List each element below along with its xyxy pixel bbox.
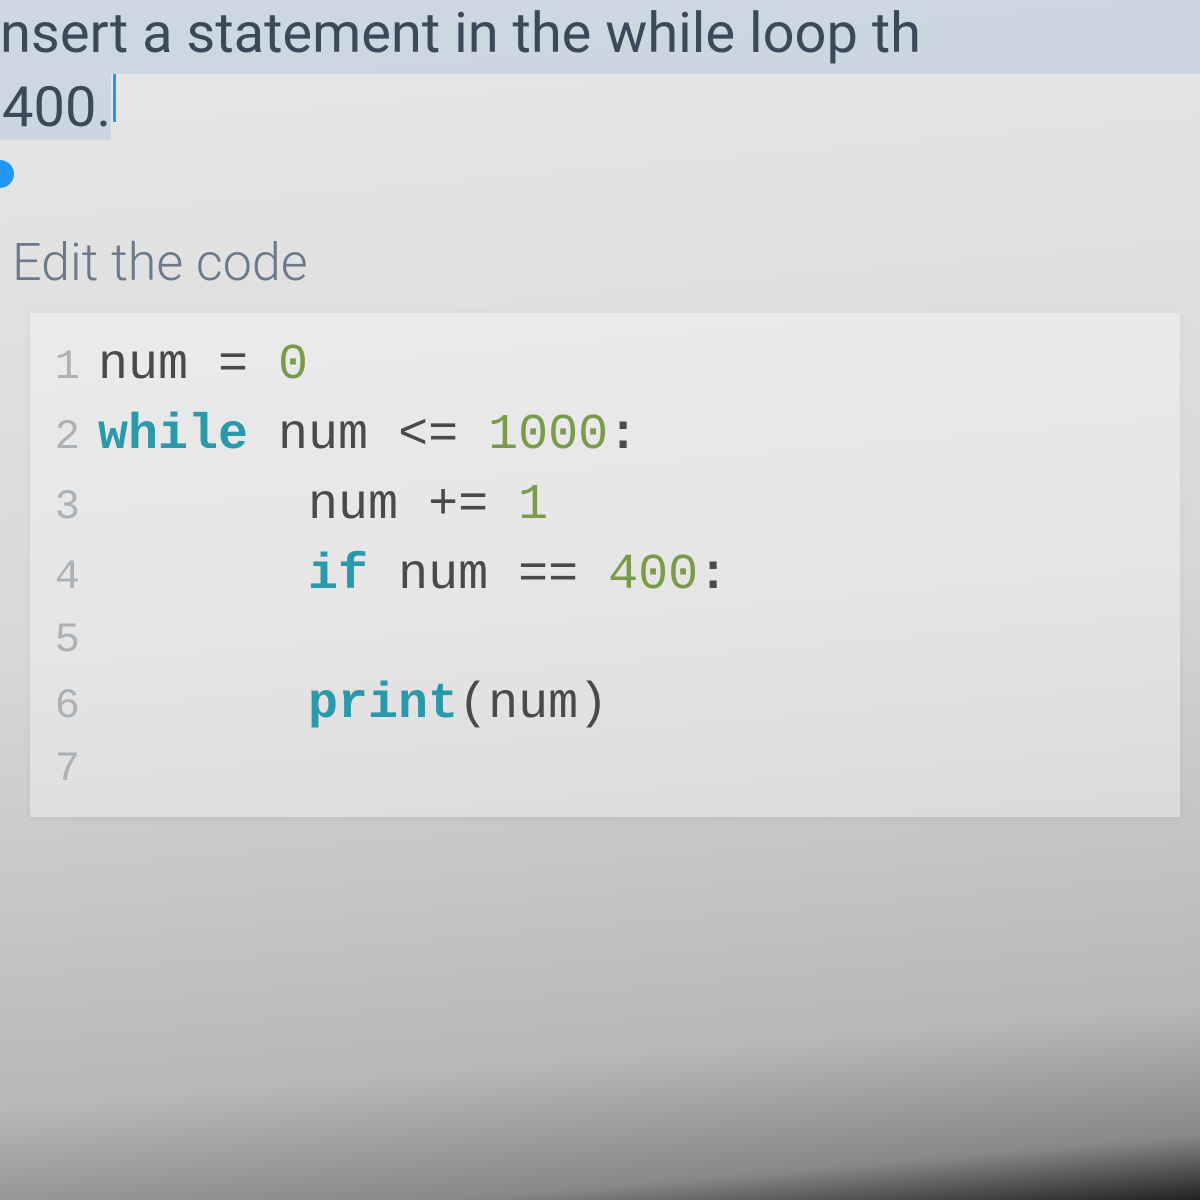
code-line[interactable]: 7	[30, 740, 1180, 799]
code-line[interactable]: 1 num = 0	[30, 331, 1180, 401]
code-content[interactable]: num = 0	[98, 331, 308, 401]
code-content[interactable]: num += 1	[98, 471, 548, 541]
cursor-handle[interactable]	[0, 160, 14, 188]
code-content[interactable]: while num <= 1000:	[98, 401, 638, 471]
code-line[interactable]: 4 if num == 400:	[30, 541, 1180, 611]
code-line[interactable]: 6 print(num)	[30, 670, 1180, 740]
line-number: 5	[40, 611, 80, 670]
code-content[interactable]: if num == 400:	[98, 541, 728, 611]
line-number: 7	[40, 740, 80, 799]
line-number: 2	[40, 408, 80, 467]
line-number: 1	[40, 338, 80, 397]
code-content[interactable]: print(num)	[98, 670, 608, 740]
line-number: 6	[40, 677, 80, 736]
line-number: 3	[40, 478, 80, 537]
text-cursor	[113, 74, 116, 122]
code-editor[interactable]: 1num = 02while num <= 1000:3 num += 14 i…	[30, 313, 1180, 817]
code-line[interactable]: 5	[30, 611, 1180, 670]
line-number: 4	[40, 548, 80, 607]
instruction-text-line1: nsert a statement in the while loop th	[0, 0, 1200, 74]
instruction-text-line2: 400.	[0, 74, 1200, 172]
section-title: Edit the code	[12, 232, 1200, 293]
code-line[interactable]: 2 while num <= 1000:	[30, 401, 1180, 471]
code-line[interactable]: 3 num += 1	[30, 471, 1180, 541]
